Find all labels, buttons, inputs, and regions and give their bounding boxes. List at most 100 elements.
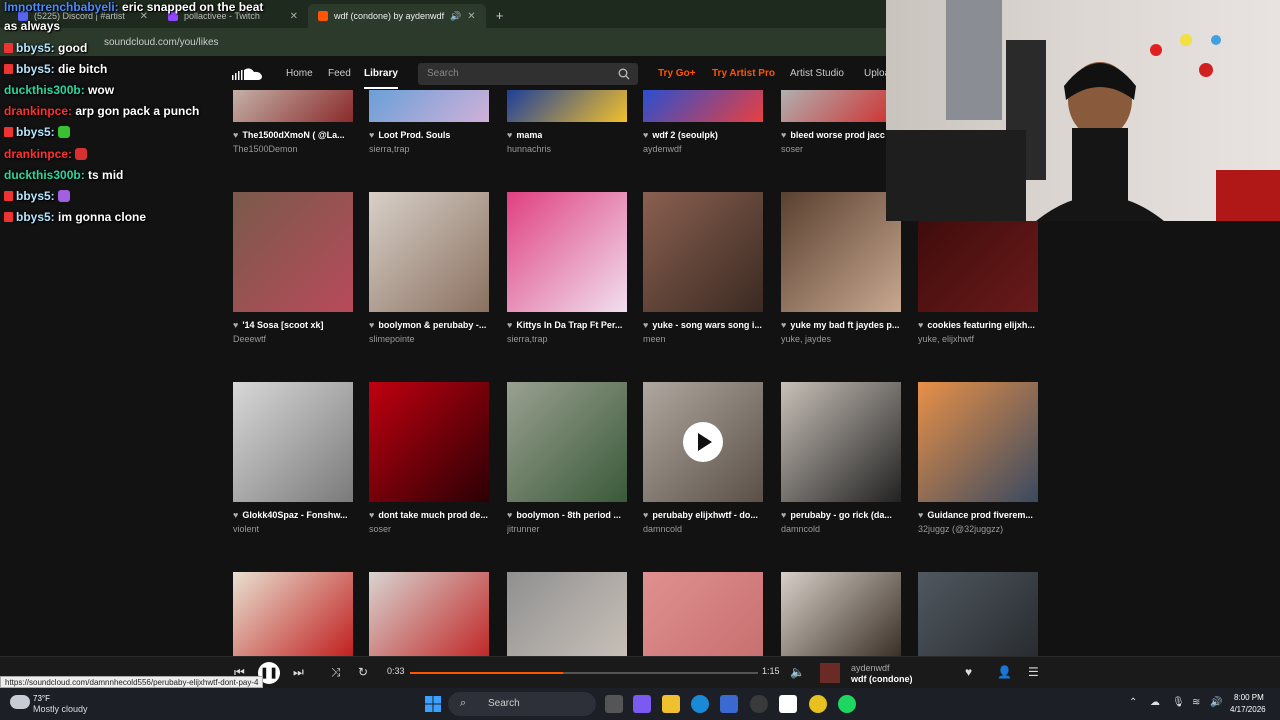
weather-desc[interactable]: Mostly cloudy xyxy=(33,704,88,714)
spotify-icon[interactable] xyxy=(838,695,856,713)
chrome-icon[interactable] xyxy=(809,695,827,713)
chat-username[interactable]: bbys5: xyxy=(16,210,58,224)
heart-icon[interactable]: ♥ xyxy=(643,510,648,520)
progress-bar[interactable] xyxy=(410,672,758,674)
track-artwork[interactable] xyxy=(781,90,901,122)
track-artwork[interactable] xyxy=(233,192,353,312)
track-artist[interactable]: soser xyxy=(369,524,489,534)
track-artist[interactable]: slimepointe xyxy=(369,334,489,344)
track-artwork[interactable] xyxy=(781,382,901,502)
track-title[interactable]: ♥ Loot Prod. Souls xyxy=(369,130,489,140)
artist-studio-link[interactable]: Artist Studio xyxy=(790,68,844,79)
track-title[interactable]: ♥ Kittys In Da Trap Ft Per... xyxy=(507,320,627,330)
track-title-text[interactable]: boolymon - 8th period ... xyxy=(516,510,621,520)
track-artwork[interactable] xyxy=(233,572,353,656)
track-title-text[interactable]: perubaby - go rick (da... xyxy=(790,510,892,520)
task-view-icon[interactable] xyxy=(605,695,623,713)
chat-username[interactable]: drankinpce: xyxy=(4,147,75,161)
track-title[interactable]: ♥ cookies featuring elijxh... xyxy=(918,320,1038,330)
track-artwork[interactable] xyxy=(643,382,763,502)
heart-icon[interactable]: ♥ xyxy=(507,130,512,140)
store-icon[interactable] xyxy=(720,695,738,713)
track-artwork[interactable] xyxy=(369,90,489,122)
track-artwork[interactable] xyxy=(233,382,353,502)
track-title-text[interactable]: bleed worse prod jacc xyxy=(790,130,885,140)
track-artist[interactable]: aydenwdf xyxy=(643,144,763,154)
track-artist[interactable]: Deeewtf xyxy=(233,334,353,344)
track-title-text[interactable]: yuke - song wars song i... xyxy=(652,320,762,330)
windows-start-icon[interactable] xyxy=(425,696,441,712)
track-artwork[interactable] xyxy=(918,572,1038,656)
chat-username[interactable]: bbys5: xyxy=(16,41,58,55)
track-artwork[interactable] xyxy=(643,90,763,122)
track-artwork[interactable] xyxy=(369,572,489,656)
follow-icon[interactable]: 👤 xyxy=(997,665,1012,679)
shuffle-icon[interactable]: ⤨ xyxy=(331,665,341,680)
chat-username[interactable]: bbys5: xyxy=(16,125,58,139)
close-icon[interactable]: ✕ xyxy=(467,11,475,22)
next-icon[interactable]: ⏭ xyxy=(293,665,304,680)
track-title[interactable]: ♥ mama xyxy=(507,130,627,140)
track-artist[interactable]: damncold xyxy=(781,524,901,534)
track-title-text[interactable]: Loot Prod. Souls xyxy=(378,130,450,140)
track-title-text[interactable]: wdf 2 (seoulpk) xyxy=(652,130,718,140)
track-artwork[interactable] xyxy=(643,572,763,656)
track-artist[interactable]: jitrunner xyxy=(507,524,627,534)
track-artist[interactable]: sierra,trap xyxy=(369,144,489,154)
track-artist[interactable]: The1500Demon xyxy=(233,144,353,154)
track-artist[interactable]: sierra,trap xyxy=(507,334,627,344)
track-title-text[interactable]: Kittys In Da Trap Ft Per... xyxy=(516,320,622,330)
heart-icon[interactable]: ♥ xyxy=(233,510,238,520)
new-tab-button[interactable]: + xyxy=(486,8,514,28)
nav-home[interactable]: Home xyxy=(286,68,313,79)
track-artwork[interactable] xyxy=(369,192,489,312)
track-title-text[interactable]: dont take much prod de... xyxy=(378,510,488,520)
close-icon[interactable]: ✕ xyxy=(290,11,298,22)
volume-tray-icon[interactable]: 🔊 xyxy=(1210,697,1222,708)
track-title-text[interactable]: The1500dXmoN ( @La... xyxy=(242,130,344,140)
track-artist[interactable]: soser xyxy=(781,144,901,154)
heart-icon[interactable]: ♥ xyxy=(918,320,923,330)
track-artwork[interactable] xyxy=(369,382,489,502)
search-input[interactable]: Search xyxy=(418,63,638,85)
heart-icon[interactable]: ♥ xyxy=(233,130,238,140)
chat-username[interactable]: duckthis300b: xyxy=(4,83,88,97)
track-artist[interactable]: violent xyxy=(233,524,353,534)
track-artist[interactable]: meen xyxy=(643,334,763,344)
tray-chevron-icon[interactable]: ⌃ xyxy=(1129,697,1137,708)
track-title[interactable]: ♥ Glokk40Spaz - Fonshw... xyxy=(233,510,353,520)
queue-icon[interactable]: ☰ xyxy=(1028,665,1039,679)
soundcloud-logo-icon[interactable] xyxy=(232,67,264,81)
heart-icon[interactable]: ♥ xyxy=(781,320,786,330)
chat-username[interactable]: bbys5: xyxy=(16,189,58,203)
track-artwork[interactable] xyxy=(507,90,627,122)
track-artist[interactable]: damncold xyxy=(643,524,763,534)
now-playing-artist[interactable]: aydenwdf xyxy=(851,663,890,673)
capcut-icon[interactable] xyxy=(779,695,797,713)
chat-username[interactable]: drankinpce: xyxy=(4,104,75,118)
heart-icon[interactable]: ♥ xyxy=(369,130,374,140)
taskbar-search[interactable]: ⌕ Search xyxy=(448,692,596,716)
track-artwork[interactable] xyxy=(643,192,763,312)
track-title-text[interactable]: '14 Sosa [scoot xk] xyxy=(242,320,323,330)
track-title[interactable]: ♥ yuke my bad ft jaydes p... xyxy=(781,320,901,330)
nav-feed[interactable]: Feed xyxy=(328,68,351,79)
copilot-icon[interactable] xyxy=(633,695,651,713)
track-artist[interactable]: yuke, elijxhwtf xyxy=(918,334,1038,344)
speaker-icon[interactable]: 🔊 xyxy=(450,11,461,22)
track-artwork[interactable] xyxy=(507,572,627,656)
heart-icon[interactable]: ♥ xyxy=(507,510,512,520)
track-artist[interactable]: yuke, jaydes xyxy=(781,334,901,344)
now-playing-title[interactable]: wdf (condone) xyxy=(851,674,913,684)
nav-library[interactable]: Library xyxy=(364,68,398,89)
track-title[interactable]: ♥ '14 Sosa [scoot xk] xyxy=(233,320,353,330)
track-title-text[interactable]: yuke my bad ft jaydes p... xyxy=(790,320,899,330)
track-title[interactable]: ♥ dont take much prod de... xyxy=(369,510,489,520)
url-text[interactable]: soundcloud.com/you/likes xyxy=(104,37,219,48)
heart-icon[interactable]: ♥ xyxy=(643,320,648,330)
search-icon[interactable] xyxy=(618,68,630,80)
track-artist[interactable]: 32juggz (@32juggzz) xyxy=(918,524,1038,534)
track-title[interactable]: ♥ Guidance prod fiverem... xyxy=(918,510,1038,520)
track-artwork[interactable] xyxy=(233,90,353,122)
heart-icon[interactable]: ♥ xyxy=(233,320,238,330)
